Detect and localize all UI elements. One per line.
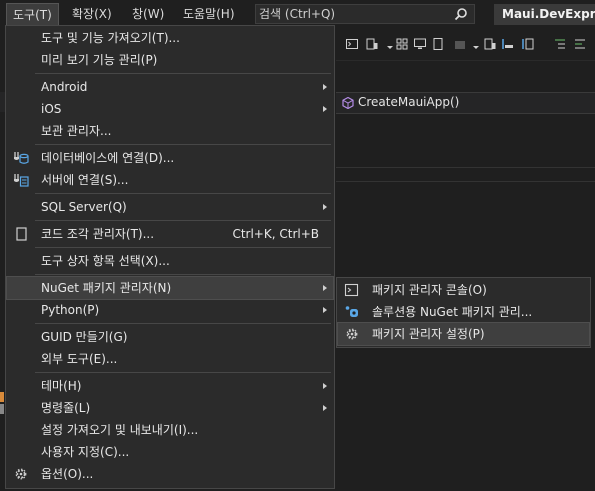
tools-menu: 도구 및 기능 가져오기(T)... 미리 보기 기능 관리(P) Androi… <box>5 25 335 489</box>
terminal-icon[interactable] <box>346 38 358 50</box>
submenu-arrow-icon <box>323 383 327 389</box>
layout-icon[interactable] <box>522 38 534 50</box>
menu-separator <box>35 144 331 145</box>
gear-icon <box>346 328 358 340</box>
submenu-arrow-icon <box>323 405 327 411</box>
editor-edge-mark <box>0 404 4 414</box>
submenu-arrow-icon <box>323 285 327 291</box>
menu-item-nuget-manager[interactable]: NuGet 패키지 관리자(N) <box>6 276 334 300</box>
tablet-icon[interactable] <box>432 38 444 50</box>
nuget-submenu: 패키지 관리자 콘솔(O) 솔루션용 NuGet 패키지 관리... 패키지 관… <box>336 277 591 348</box>
submenu-arrow-icon <box>323 84 327 90</box>
nav-member-label: CreateMauiApp() <box>358 95 460 109</box>
chevron-down-icon[interactable] <box>384 38 396 50</box>
menu-separator <box>35 73 331 74</box>
monitor-icon[interactable] <box>414 38 426 50</box>
menu-window[interactable]: 창(W) <box>126 4 170 24</box>
menu-extensions[interactable]: 확장(X) <box>66 4 118 24</box>
menu-separator <box>35 323 331 324</box>
chevron-down-icon[interactable] <box>470 38 482 50</box>
submenu-arrow-icon <box>323 106 327 112</box>
standard-toolbar <box>336 30 595 61</box>
device-icon[interactable] <box>366 38 378 50</box>
menu-item-theme[interactable]: 테마(H) <box>7 375 333 397</box>
menu-item-command-line[interactable]: 명령줄(L) <box>7 397 333 419</box>
disabled-tool-icon <box>455 41 465 49</box>
menu-help[interactable]: 도움말(H) <box>177 4 241 24</box>
submenu-item-package-console[interactable]: 패키지 관리자 콘솔(O) <box>338 279 589 301</box>
editor-divider <box>336 167 595 168</box>
menu-item-code-snippets[interactable]: 코드 조각 관리자(T)... Ctrl+K, Ctrl+B <box>7 223 333 245</box>
menu-item-preview-features[interactable]: 미리 보기 기능 관리(P) <box>7 49 333 71</box>
gear-icon <box>15 468 27 480</box>
editor-edge-mark <box>0 392 4 402</box>
menu-item-sql-server[interactable]: SQL Server(Q) <box>7 196 333 218</box>
menu-item-toolbox-items[interactable]: 도구 상자 항목 선택(X)... <box>7 250 333 272</box>
menu-separator <box>35 372 331 373</box>
menu-item-customize[interactable]: 사용자 지정(C)... <box>7 441 333 463</box>
submenu-arrow-icon <box>323 307 327 313</box>
align-icon[interactable] <box>502 38 514 50</box>
submenu-item-package-settings[interactable]: 패키지 관리자 설정(P) <box>337 322 590 346</box>
grid-icon[interactable] <box>396 38 408 50</box>
console-icon <box>344 283 359 297</box>
submenu-item-manage-solution-packages[interactable]: 솔루션용 NuGet 패키지 관리... <box>338 301 589 323</box>
server-connect-icon <box>14 174 29 187</box>
menu-item-ios[interactable]: iOS <box>7 98 333 120</box>
editor-navigation-bar[interactable]: CreateMauiApp() <box>336 92 595 114</box>
outdent-icon[interactable] <box>574 38 586 50</box>
nuget-icon <box>345 306 358 317</box>
menu-item-archive-manager[interactable]: 보관 관리자... <box>7 120 333 142</box>
code-snippet-icon <box>16 227 27 241</box>
menu-item-connect-database[interactable]: 데이터베이스에 연결(D)... <box>7 147 333 169</box>
menu-tools[interactable]: 도구(T) <box>6 3 59 26</box>
method-icon <box>342 97 354 109</box>
database-connect-icon <box>14 152 29 164</box>
menu-item-connect-server[interactable]: 서버에 연결(S)... <box>7 169 333 191</box>
device-icon[interactable] <box>484 38 496 50</box>
editor-divider <box>336 181 595 182</box>
submenu-arrow-icon <box>323 204 327 210</box>
menu-item-options[interactable]: 옵션(O)... <box>7 463 333 485</box>
search-icon[interactable] <box>454 7 468 21</box>
menu-bar: 도구(T) 확장(X) 창(W) 도움말(H) Maui.DevExpres <box>0 0 595 28</box>
menu-item-create-guid[interactable]: GUID 만들기(G) <box>7 326 333 348</box>
solution-name[interactable]: Maui.DevExpres <box>494 4 595 25</box>
menu-item-external-tools[interactable]: 외부 도구(E)... <box>7 348 333 370</box>
menu-separator <box>35 193 331 194</box>
indent-icon[interactable] <box>554 38 566 50</box>
menu-separator <box>35 247 331 248</box>
menu-separator <box>35 220 331 221</box>
menu-item-get-tools[interactable]: 도구 및 기능 가져오기(T)... <box>7 27 333 49</box>
search-input[interactable] <box>259 6 444 22</box>
menu-item-android[interactable]: Android <box>7 76 333 98</box>
menu-separator <box>35 274 331 275</box>
shortcut-label: Ctrl+K, Ctrl+B <box>232 227 319 241</box>
menu-item-python[interactable]: Python(P) <box>7 299 333 321</box>
search-box[interactable] <box>255 4 475 24</box>
menu-item-import-export-settings[interactable]: 설정 가져오기 및 내보내기(I)... <box>7 419 333 441</box>
